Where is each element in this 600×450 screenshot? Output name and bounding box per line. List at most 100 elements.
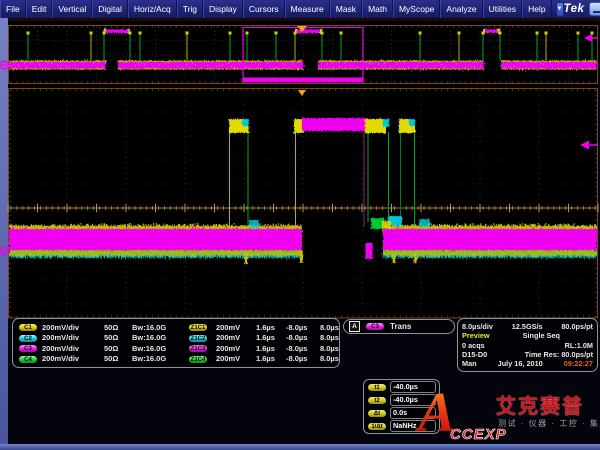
cursor-freq-value: NaNHz: [390, 420, 436, 432]
menu-item-utilities[interactable]: Utilities: [483, 0, 522, 18]
horizontal-readout-panel: 8.0µs/div 12.5GS/s 80.0ps/pt Preview Sin…: [457, 318, 598, 372]
minimize-button[interactable]: [589, 2, 600, 16]
cursor-t2-badge[interactable]: t2: [367, 396, 387, 405]
zoom1-ch2-badge[interactable]: Z1C2: [188, 334, 208, 343]
time-resolution: Time Res: 80.0ps/pt: [525, 350, 593, 359]
ch2-badge[interactable]: C2: [18, 334, 38, 343]
ch1-bandwidth: Bw:16.0G: [132, 323, 188, 332]
acq-mode-row: Preview Single Seq: [462, 331, 593, 340]
watermark-brand: CCEXP: [450, 426, 507, 443]
horizontal-scale: 8.0µs/div: [462, 322, 493, 331]
ch3-scale[interactable]: 200mV/div: [42, 344, 104, 353]
overview-grid: [9, 26, 597, 84]
band-noise: [10, 223, 597, 258]
menu-bar: File Edit Vertical Digital Horiz/Acq Tri…: [0, 0, 600, 18]
zoom1-ch3-badge[interactable]: Z1C3: [188, 344, 208, 353]
zoom1-ch1-badge[interactable]: Z1C1: [188, 323, 208, 332]
cursor-freq-badge[interactable]: 1/Δt: [367, 422, 387, 431]
noise-band: [9, 216, 597, 264]
digital-row: D15-D0 Time Res: 80.0ps/pt: [462, 350, 593, 359]
date-display: July 16, 2010: [477, 359, 564, 368]
cursor-t1-badge[interactable]: t1: [367, 383, 387, 392]
resolution: 80.0ps/pt: [561, 322, 593, 331]
watermark-cn-title: 艾克赛普: [496, 390, 584, 419]
watermark-cn-subtitle: 测试 · 仪器 · 工控 · 集成: [498, 418, 600, 429]
zoom1-ch2-end: 8.0µs: [320, 333, 340, 342]
ch4-scale[interactable]: 200mV/div: [42, 354, 104, 363]
main-window: [0, 89, 598, 319]
menu-item-vertical[interactable]: Vertical: [52, 0, 92, 18]
center-line-ticks: [8, 204, 598, 212]
overview-spikes: [27, 32, 594, 61]
oscilloscope-app: File Edit Vertical Digital Horiz/Acq Tri…: [0, 0, 600, 450]
cursor-t1-row: t1 -40.0µs: [367, 382, 436, 392]
ch1-scale[interactable]: 200mV/div: [42, 323, 104, 332]
ch4-bandwidth: Bw:16.0G: [132, 354, 188, 363]
cursor-t2-row: t2 -40.0µs: [367, 395, 436, 405]
sample-rate: 12.5GS/s: [493, 322, 561, 331]
zoom-region-brackets[interactable]: [243, 27, 363, 83]
cursor-delta-row: Δt 0.0s: [367, 408, 436, 418]
menu-item-cursors[interactable]: Cursors: [243, 0, 285, 18]
zoom1-ch4-badge[interactable]: Z1C4: [188, 355, 208, 364]
trigger-readout-panel[interactable]: A C3 Trans: [343, 319, 455, 334]
trigger-mode: Man: [462, 359, 477, 368]
desktop-left-strip: [0, 18, 8, 450]
zoom1-ch3-end: 8.0µs: [320, 344, 340, 353]
chevron-down-icon: ▼: [557, 6, 563, 12]
time-display: 09:22:27: [564, 359, 593, 368]
timebase-row: 8.0µs/div 12.5GS/s 80.0ps/pt: [462, 322, 593, 331]
overview-noise: [9, 59, 596, 72]
cursor-delta-value: 0.0s: [390, 407, 436, 419]
acquisition-count: 0 acqs: [462, 341, 485, 350]
menu-item-horizacq[interactable]: Horiz/Acq: [128, 0, 177, 18]
channel-row-c3: C3 200mV/div 50Ω Bw:16.0G Z1C3 200mV 1.6…: [18, 343, 339, 353]
menu-item-digital[interactable]: Digital: [92, 0, 128, 18]
main-grid: [9, 89, 599, 319]
zoom1-ch1-end: 8.0µs: [320, 323, 340, 332]
ch3-badge[interactable]: C3: [18, 344, 38, 353]
overview-window: [0, 26, 598, 84]
ch4-badge[interactable]: C4: [18, 355, 38, 364]
menu-overflow-button[interactable]: ▼: [556, 2, 564, 17]
trigger-source-badge[interactable]: C3: [365, 322, 385, 331]
overview-trigger-position-marker: [297, 26, 307, 32]
cursor-delta-badge[interactable]: Δt: [367, 409, 387, 418]
menu-item-edit[interactable]: Edit: [26, 0, 53, 18]
desktop-bottom-strip: [0, 444, 600, 450]
ch2-scale[interactable]: 200mV/div: [42, 333, 104, 342]
display-top-border: [8, 18, 600, 22]
overview-graticule-border: [9, 26, 598, 84]
cursor-t1-value: -40.0µs: [390, 381, 436, 393]
zoom1-ch4-start: -8.0µs: [286, 354, 320, 363]
zoom-region-bar[interactable]: [243, 78, 363, 83]
record-length: RL:1.0M: [565, 341, 593, 350]
menu-item-display[interactable]: Display: [203, 0, 243, 18]
cursor-t2-value: -40.0µs: [390, 394, 436, 406]
menu-item-measure[interactable]: Measure: [285, 0, 330, 18]
zoom1-ch1-start: -8.0µs: [286, 323, 320, 332]
zoom1-ch3-scale: 200mV: [216, 344, 256, 353]
menu-item-trig[interactable]: Trig: [177, 0, 203, 18]
menu-item-math[interactable]: Math: [362, 0, 393, 18]
menu-item-analyze[interactable]: Analyze: [440, 0, 482, 18]
cursor-freq-row: 1/Δt NaNHz: [367, 421, 436, 431]
menu-item-myscope[interactable]: MyScope: [393, 0, 440, 18]
ch3-impedance: 50Ω: [104, 344, 132, 353]
zoom1-ch2-time: 1.6µs: [256, 333, 286, 342]
ch3-bandwidth: Bw:16.0G: [132, 344, 188, 353]
ch2-impedance: 50Ω: [104, 333, 132, 342]
ch1-badge[interactable]: C1: [18, 323, 38, 332]
ch4-impedance: 50Ω: [104, 354, 132, 363]
menu-item-file[interactable]: File: [0, 0, 26, 18]
trigger-level-arrow[interactable]: [580, 141, 598, 150]
cursor-readout-panel: t1 -40.0µs t2 -40.0µs Δt 0.0s 1/Δt NaNHz: [363, 379, 440, 434]
zoom1-ch4-scale: 200mV: [216, 354, 256, 363]
waveform-display: [0, 0, 600, 450]
ch1-impedance: 50Ω: [104, 323, 132, 332]
menu-item-help[interactable]: Help: [522, 0, 551, 18]
menu-item-mask[interactable]: Mask: [330, 0, 362, 18]
overview-trigger-level-arrow[interactable]: [584, 34, 598, 42]
zoom1-ch1-time: 1.6µs: [256, 323, 286, 332]
preview-status: Preview: [462, 331, 490, 340]
